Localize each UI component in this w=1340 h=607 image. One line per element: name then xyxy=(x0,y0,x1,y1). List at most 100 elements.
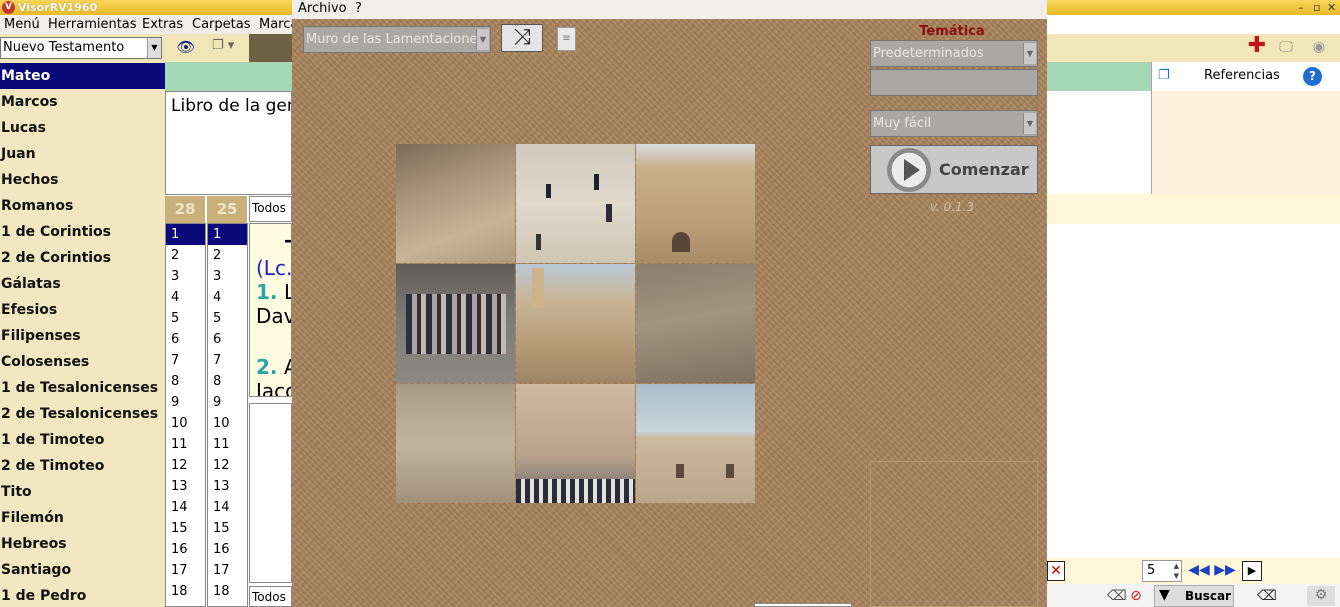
chapter-item[interactable]: 6 xyxy=(166,329,205,350)
settings-icon[interactable]: ⚙ xyxy=(1307,586,1335,606)
notes-panel[interactable] xyxy=(249,403,292,583)
count-stepper[interactable]: 5 ▲ ▼ xyxy=(1142,560,1182,582)
verse-item[interactable]: 8 xyxy=(208,371,247,392)
puzzle-tile[interactable] xyxy=(516,144,635,263)
image-select[interactable]: Muro de las Lamentaciones ▼ xyxy=(303,26,491,53)
copy-menu-icon[interactable]: ❐ ▾ xyxy=(212,38,242,56)
chapter-item[interactable]: 7 xyxy=(166,350,205,371)
book-item[interactable]: 1 de Pedro xyxy=(0,583,165,607)
book-item[interactable]: 2 de Corintios xyxy=(0,245,165,271)
puzzle-tile[interactable] xyxy=(396,384,515,503)
document-icon[interactable]: ≡ xyxy=(557,27,576,51)
verse-item[interactable]: 14 xyxy=(208,497,247,518)
puzzle-tile[interactable] xyxy=(636,264,755,383)
previous-icon[interactable]: ◀◀ xyxy=(1188,561,1210,581)
minimize-icon[interactable]: – xyxy=(1298,0,1304,15)
book-item[interactable]: Tito xyxy=(0,479,165,505)
verse-item[interactable]: 12 xyxy=(208,455,247,476)
play-film-icon[interactable]: ▶ xyxy=(1242,561,1262,581)
erase-icon[interactable]: ⌫ xyxy=(1107,587,1127,605)
book-item[interactable]: Marcos xyxy=(0,89,165,115)
verse-item[interactable]: 4 xyxy=(208,287,247,308)
verse-item[interactable]: 17 xyxy=(208,560,247,581)
copy-icon[interactable]: ❐ xyxy=(1158,68,1176,84)
camera-icon[interactable]: ◉ xyxy=(1308,38,1330,58)
menu-item-herramientas[interactable]: Herramientas xyxy=(48,17,137,32)
menu-item-archivo[interactable]: Archivo xyxy=(298,1,347,16)
difficulty-select[interactable]: Muy fácil ▼ xyxy=(870,110,1038,137)
book-item[interactable]: 1 de Corintios xyxy=(0,219,165,245)
help-icon[interactable]: ? xyxy=(1303,67,1322,86)
puzzle-tile[interactable] xyxy=(636,144,755,263)
chapter-item[interactable]: 17 xyxy=(166,560,205,581)
chapter-item[interactable]: 12 xyxy=(166,455,205,476)
book-item[interactable]: Juan xyxy=(0,141,165,167)
book-item[interactable]: Gálatas xyxy=(0,271,165,297)
puzzle-tile[interactable] xyxy=(396,144,515,263)
puzzle-tile[interactable] xyxy=(516,264,635,383)
chapter-item[interactable]: 4 xyxy=(166,287,205,308)
book-item[interactable]: Lucas xyxy=(0,115,165,141)
clear-search-icon[interactable]: ⌫ xyxy=(1257,587,1277,605)
chapter-item[interactable]: 13 xyxy=(166,476,205,497)
puzzle-tile[interactable] xyxy=(516,384,635,503)
verse-item[interactable]: 13 xyxy=(208,476,247,497)
book-item[interactable]: Mateo xyxy=(0,63,165,89)
book-item[interactable]: 1 de Timoteo xyxy=(0,427,165,453)
verse-item[interactable]: 2 xyxy=(208,245,247,266)
chapter-item[interactable]: 1 xyxy=(166,224,205,245)
book-item[interactable]: Efesios xyxy=(0,297,165,323)
book-item[interactable]: Romanos xyxy=(0,193,165,219)
verse-item[interactable]: 9 xyxy=(208,392,247,413)
testament-select[interactable]: Nuevo Testamento ▼ xyxy=(0,37,162,59)
chapter-item[interactable]: 10 xyxy=(166,413,205,434)
book-item[interactable]: Santiago xyxy=(0,557,165,583)
add-icon[interactable]: ✚ xyxy=(1246,35,1268,59)
tematica-input[interactable] xyxy=(870,69,1038,96)
verse-item[interactable]: 6 xyxy=(208,329,247,350)
eye-icon[interactable]: 👁 xyxy=(174,38,198,56)
tematica-select[interactable]: Predeterminados ▼ xyxy=(870,40,1038,67)
book-item[interactable]: Hebreos xyxy=(0,531,165,557)
puzzle-tile[interactable] xyxy=(636,384,755,503)
book-item[interactable]: 2 de Tesalonicenses xyxy=(0,401,165,427)
start-button[interactable]: Comenzar xyxy=(870,145,1038,194)
book-item[interactable]: Filemón xyxy=(0,505,165,531)
verse-item[interactable]: 11 xyxy=(208,434,247,455)
chapter-item[interactable]: 18 xyxy=(166,581,205,602)
verse-item[interactable]: 5 xyxy=(208,308,247,329)
verse-item[interactable]: 10 xyxy=(208,413,247,434)
verse-item[interactable]: 15 xyxy=(208,518,247,539)
monitor-icon[interactable]: 🖵 xyxy=(1275,38,1297,58)
chapter-item[interactable]: 2 xyxy=(166,245,205,266)
menu-item-extras[interactable]: Extras xyxy=(142,17,183,32)
chapter-item[interactable]: 16 xyxy=(166,539,205,560)
book-item[interactable]: Filipenses xyxy=(0,323,165,349)
close-icon[interactable]: ✕ xyxy=(1327,0,1336,15)
book-item[interactable]: Colosenses xyxy=(0,349,165,375)
todos-filter-bottom[interactable]: Todos xyxy=(249,586,292,607)
chapter-item[interactable]: 9 xyxy=(166,392,205,413)
menu-item-help[interactable]: ? xyxy=(355,1,362,16)
chapter-item[interactable]: 3 xyxy=(166,266,205,287)
search-button[interactable]: ▼ Buscar xyxy=(1154,585,1234,607)
chapter-item[interactable]: 8 xyxy=(166,371,205,392)
book-item[interactable]: 2 de Timoteo xyxy=(0,453,165,479)
chapter-item[interactable]: 11 xyxy=(166,434,205,455)
verse-item[interactable]: 7 xyxy=(208,350,247,371)
book-item[interactable]: 1 de Tesalonicenses xyxy=(0,375,165,401)
puzzle-tile[interactable] xyxy=(396,264,515,383)
verse-item[interactable]: 1 xyxy=(208,224,247,245)
book-item[interactable]: Hechos xyxy=(0,167,165,193)
menu-item-carpetas[interactable]: Carpetas xyxy=(192,17,250,32)
maximize-icon[interactable]: ▫ xyxy=(1313,0,1320,15)
verse-item[interactable]: 3 xyxy=(208,266,247,287)
clear-film-icon[interactable]: ✕ xyxy=(1047,561,1065,581)
stepper-arrows-icon[interactable]: ▲ ▼ xyxy=(1174,561,1179,581)
menu-item-menu[interactable]: Menú xyxy=(4,17,40,32)
cancel-icon[interactable]: ⊘ xyxy=(1127,587,1145,605)
verse-item[interactable]: 16 xyxy=(208,539,247,560)
chapter-item[interactable]: 15 xyxy=(166,518,205,539)
next-icon[interactable]: ▶▶ xyxy=(1214,561,1236,581)
verse-item[interactable]: 18 xyxy=(208,581,247,602)
